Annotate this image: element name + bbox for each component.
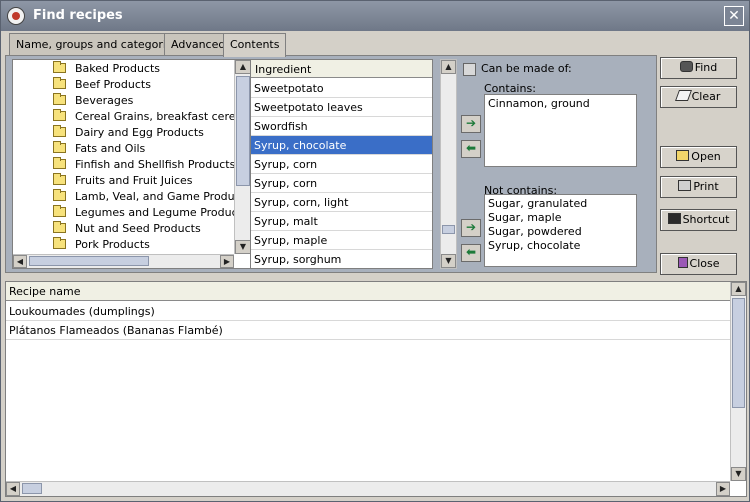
- tab-name-groups-categories[interactable]: Name, groups and categories: [9, 33, 186, 55]
- not-contains-item[interactable]: Syrup, chocolate: [488, 239, 633, 253]
- ingredient-vertical-scrollbar[interactable]: ▲ ▼: [440, 59, 457, 269]
- tree-item[interactable]: Beverages: [53, 93, 133, 110]
- folder-icon: [53, 125, 66, 137]
- tree-hscroll-thumb[interactable]: [29, 256, 149, 266]
- remove-from-not-contains-button[interactable]: ⬅: [461, 244, 481, 262]
- contains-item[interactable]: Cinnamon, ground: [488, 97, 633, 111]
- scroll-down-arrow-icon[interactable]: ▼: [235, 240, 251, 254]
- not-contains-item[interactable]: Sugar, granulated: [488, 197, 633, 211]
- tab-contents[interactable]: Contents: [223, 33, 287, 57]
- clear-button[interactable]: Clear: [660, 86, 737, 108]
- ingredient-list: Ingredient Sweetpotato Sweetpotato leave…: [250, 59, 433, 269]
- ingredient-scroll-thumb[interactable]: [442, 225, 455, 234]
- folder-icon: [53, 189, 66, 201]
- ingredient-row[interactable]: Sweetpotato: [251, 79, 432, 98]
- window-title: Find recipes: [33, 8, 123, 23]
- contains-list[interactable]: Cinnamon, ground: [484, 94, 637, 167]
- ingredient-row[interactable]: Syrup, sorghum: [251, 250, 432, 268]
- can-be-made-of-label: Can be made of:: [481, 62, 572, 75]
- tree-item[interactable]: Lamb, Veal, and Game Products: [53, 189, 251, 206]
- tree-item[interactable]: Dairy and Egg Products: [53, 125, 204, 142]
- folder-icon: [53, 157, 66, 169]
- tree-vertical-scrollbar[interactable]: ▲ ▼: [234, 60, 251, 254]
- not-contains-item[interactable]: Sugar, powdered: [488, 225, 633, 239]
- scroll-up-arrow-icon[interactable]: ▲: [441, 60, 456, 74]
- tree-item[interactable]: Beef Products: [53, 77, 151, 94]
- remove-from-contains-button[interactable]: ⬅: [461, 140, 481, 158]
- recipe-row[interactable]: Loukoumades (dumplings): [6, 302, 730, 321]
- tree-horizontal-scrollbar[interactable]: ◀ ▶: [13, 254, 234, 268]
- ingredient-row[interactable]: Syrup, corn, light: [251, 193, 432, 212]
- can-be-made-of-checkbox[interactable]: [463, 63, 476, 76]
- folder-icon: [53, 93, 66, 105]
- folder-icon: [53, 109, 66, 121]
- tree-item[interactable]: Finfish and Shellfish Products: [53, 157, 235, 174]
- eraser-icon: [674, 90, 692, 101]
- results-hscroll-thumb[interactable]: [22, 483, 42, 494]
- ingredient-row[interactable]: Syrup, corn: [251, 155, 432, 174]
- folder-icon: [53, 237, 66, 249]
- add-to-not-contains-button[interactable]: ➔: [461, 219, 481, 237]
- tree-item[interactable]: Cereal Grains, breakfast cereals: [53, 109, 251, 126]
- ingredient-column-header[interactable]: Ingredient: [251, 60, 432, 78]
- ingredient-row[interactable]: Syrup, corn: [251, 174, 432, 193]
- scroll-up-arrow-icon[interactable]: ▲: [235, 60, 251, 74]
- tree-scroll-thumb[interactable]: [236, 76, 250, 186]
- folder-icon: [53, 205, 66, 217]
- scroll-left-arrow-icon[interactable]: ◀: [13, 255, 27, 268]
- scroll-left-arrow-icon[interactable]: ◀: [6, 482, 20, 496]
- folder-icon: [53, 221, 66, 233]
- tree-item[interactable]: Pork Products: [53, 237, 150, 254]
- ingredient-row[interactable]: Syrup, maple: [251, 231, 432, 250]
- close-button[interactable]: Close: [660, 253, 737, 275]
- folder-open-icon: [676, 150, 690, 161]
- ingredient-row[interactable]: Swordfish: [251, 117, 432, 136]
- results-horizontal-scrollbar[interactable]: ◀ ▶: [6, 481, 730, 496]
- folder-icon: [53, 77, 66, 89]
- scroll-down-arrow-icon[interactable]: ▼: [441, 254, 456, 268]
- find-recipes-window: Find recipes ✕ Name, groups and categori…: [0, 0, 750, 502]
- tree-item[interactable]: Baked Products: [53, 61, 160, 78]
- tree-item[interactable]: Legumes and Legume Products: [53, 205, 248, 222]
- recipe-results-list: Recipe name Loukoumades (dumplings) Plát…: [5, 281, 747, 497]
- folder-icon: [53, 61, 66, 73]
- results-vertical-scrollbar[interactable]: ▲ ▼: [730, 282, 746, 481]
- printer-icon: [678, 180, 692, 191]
- print-button[interactable]: Print: [660, 176, 737, 198]
- results-scroll-thumb[interactable]: [732, 298, 745, 408]
- scroll-up-arrow-icon[interactable]: ▲: [731, 282, 746, 296]
- shortcut-button[interactable]: Shortcut: [660, 209, 737, 231]
- category-tree: Baked Products Beef Products Beverages C…: [12, 59, 252, 269]
- folder-icon: [53, 141, 66, 153]
- binoculars-icon: [679, 61, 693, 72]
- recipe-name-column-header[interactable]: Recipe name: [6, 282, 746, 301]
- ingredient-row[interactable]: Sweetpotato leaves: [251, 98, 432, 117]
- window-close-button[interactable]: ✕: [724, 6, 744, 26]
- not-contains-item[interactable]: Sugar, maple: [488, 211, 633, 225]
- tree-item[interactable]: Fruits and Fruit Juices: [53, 173, 193, 190]
- door-exit-icon: [677, 257, 688, 268]
- scroll-right-arrow-icon[interactable]: ▶: [220, 255, 234, 268]
- app-icon: [7, 7, 25, 25]
- folder-icon: [53, 173, 66, 185]
- not-contains-list[interactable]: Sugar, granulated Sugar, maple Sugar, po…: [484, 194, 637, 267]
- find-button[interactable]: Find: [660, 57, 737, 79]
- tree-item[interactable]: Nut and Seed Products: [53, 221, 201, 238]
- ingredient-row[interactable]: Syrup, malt: [251, 212, 432, 231]
- tabs-area: Name, groups and categories Advanced Con…: [5, 33, 657, 275]
- title-bar: Find recipes ✕: [1, 1, 749, 31]
- open-button[interactable]: Open: [660, 146, 737, 168]
- tree-item[interactable]: Fats and Oils: [53, 141, 145, 158]
- add-to-contains-button[interactable]: ➔: [461, 115, 481, 133]
- recipe-row[interactable]: Plátanos Flameados (Bananas Flambé): [6, 321, 730, 340]
- scroll-down-arrow-icon[interactable]: ▼: [731, 467, 746, 481]
- scroll-right-arrow-icon[interactable]: ▶: [716, 482, 730, 496]
- floppy-disk-icon: [667, 213, 681, 224]
- ingredient-row-selected[interactable]: Syrup, chocolate: [251, 136, 432, 155]
- contents-panel: Baked Products Beef Products Beverages C…: [5, 55, 657, 273]
